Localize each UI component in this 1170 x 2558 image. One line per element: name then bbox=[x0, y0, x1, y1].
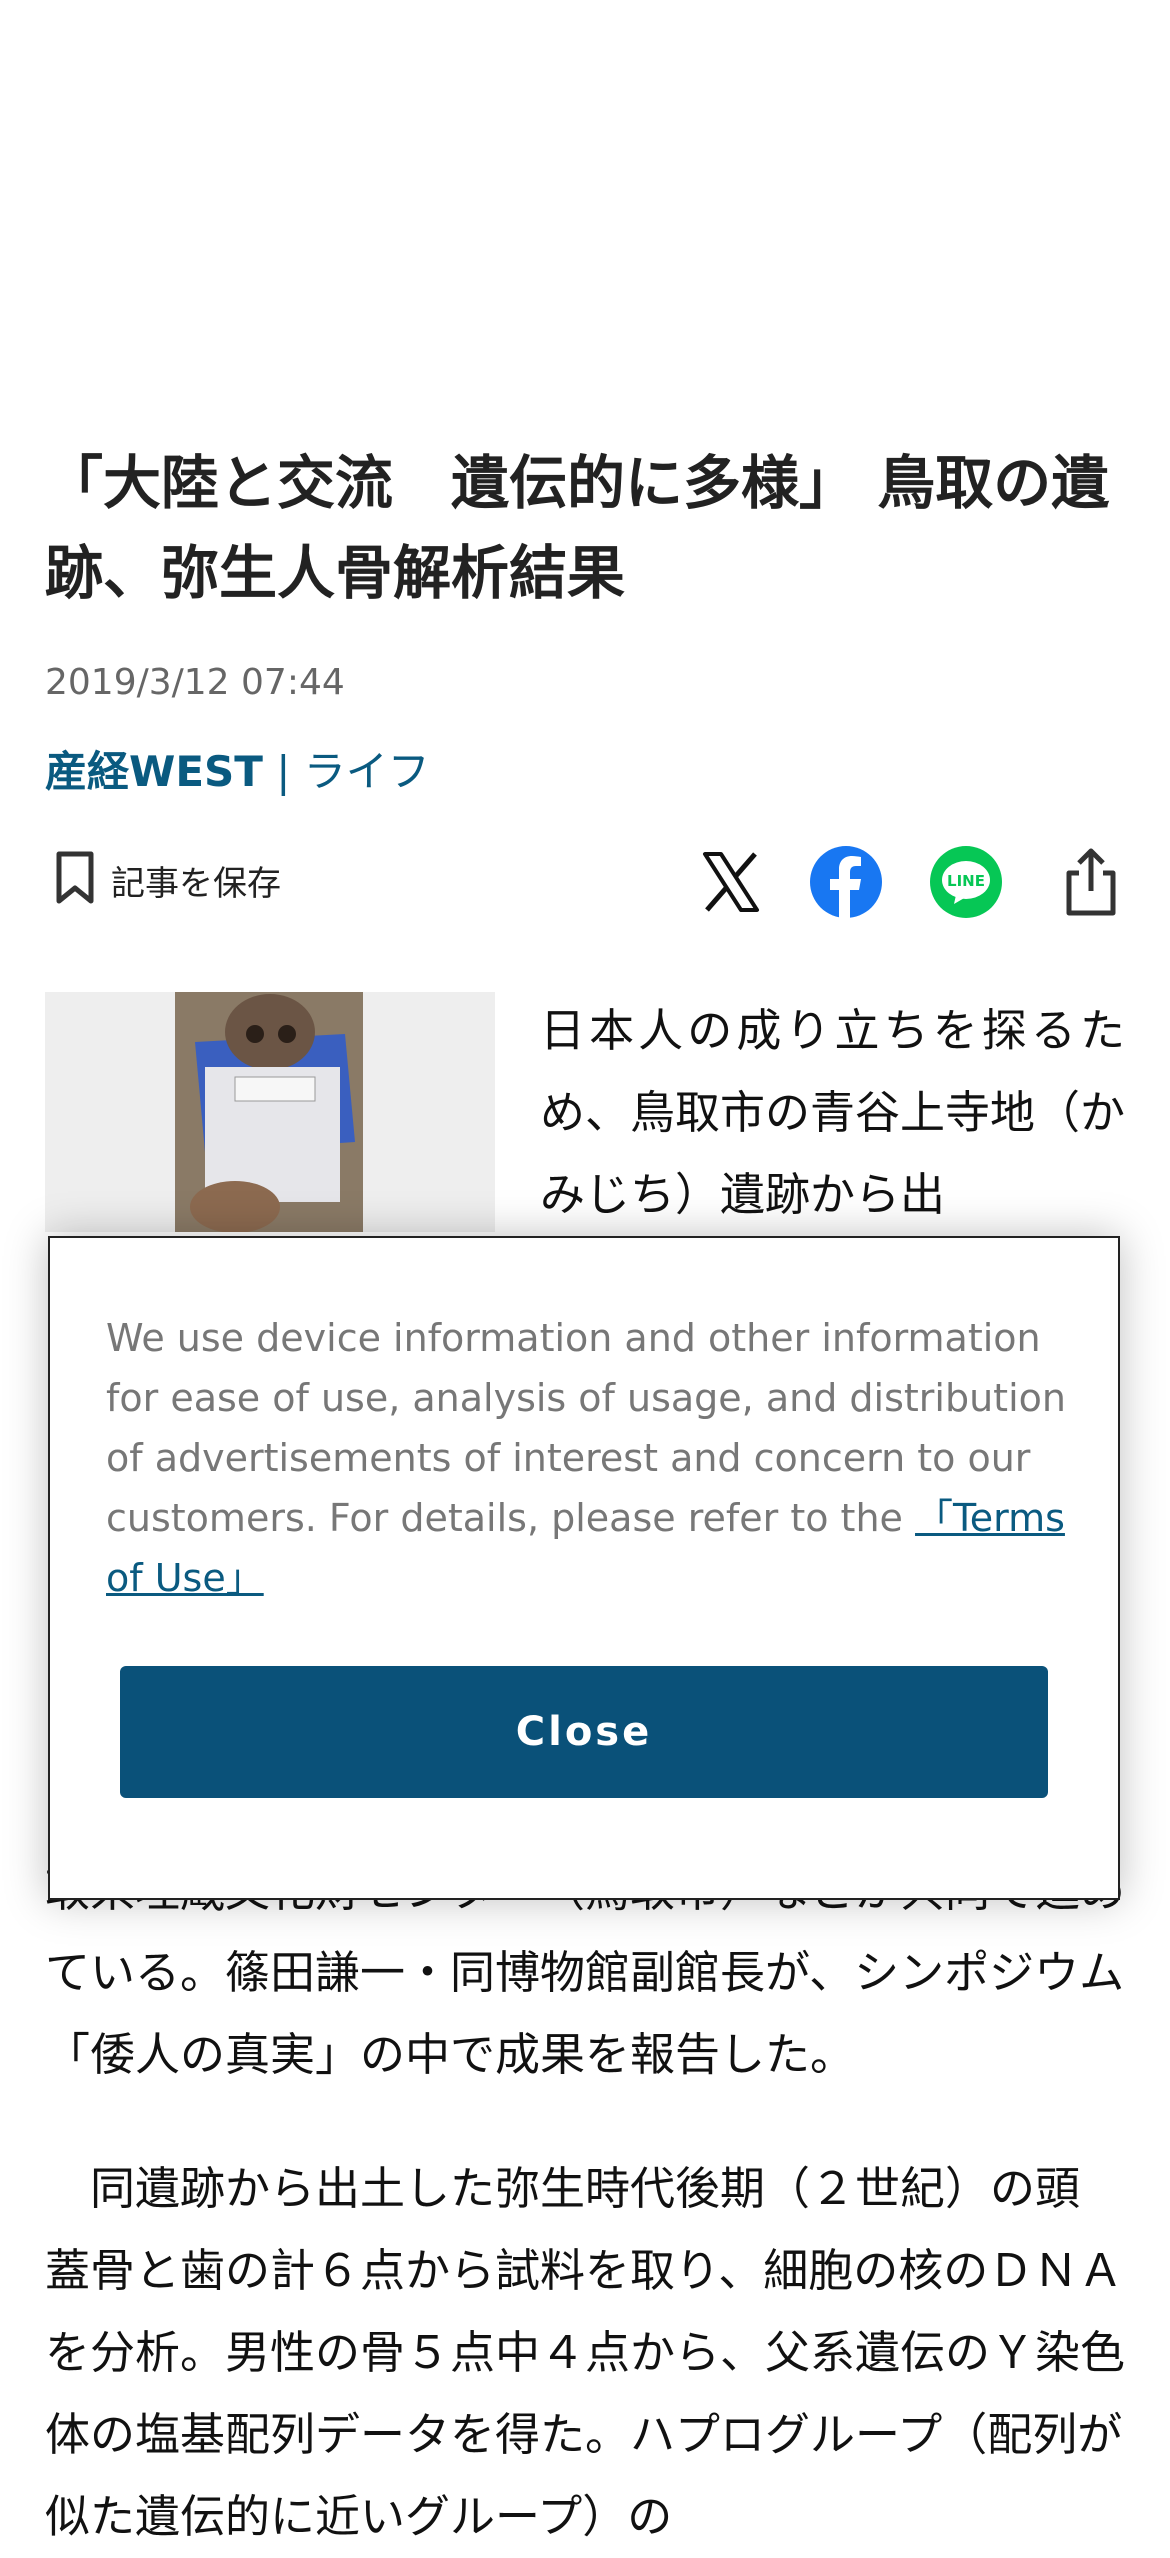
paragraph-indent bbox=[45, 2162, 90, 2215]
save-article-label: 記事を保存 bbox=[111, 863, 281, 904]
category-link[interactable]: ライフ bbox=[304, 747, 430, 796]
article-paragraph-2: 同遺跡から出土した弥生時代後期（２世紀）の頭蓋骨と歯の計６点から試料を取り、細胞… bbox=[45, 2148, 1125, 2558]
bookmark-icon bbox=[55, 851, 95, 909]
line-icon-text: LINE bbox=[947, 872, 985, 890]
article-paragraph-2-text: 同遺跡から出土した弥生時代後期（２世紀）の頭蓋骨と歯の計６点から試料を取り、細胞… bbox=[45, 2162, 1126, 2543]
photo-skull-image bbox=[175, 992, 363, 1232]
x-icon[interactable] bbox=[695, 846, 767, 918]
line-icon[interactable]: LINE bbox=[930, 846, 1002, 918]
facebook-icon[interactable] bbox=[810, 846, 882, 918]
share-icon[interactable] bbox=[1055, 846, 1127, 918]
article-intro-text: 日本人の成り立ちを探るため、鳥取市の青谷上寺地（かみじち）遺跡から出 bbox=[540, 1004, 1126, 1221]
save-article-button[interactable]: 記事を保存 bbox=[55, 850, 281, 910]
article-headline: 「大陸と交流 遺伝的に多様」 鳥取の遺跡、弥生人骨解析結果 bbox=[45, 449, 1110, 607]
close-button[interactable]: Close bbox=[120, 1666, 1048, 1798]
article-date: 2019/3/12 07:44 bbox=[45, 662, 345, 703]
source-line: 産経WEST | ライフ bbox=[45, 738, 430, 799]
consent-dialog: We use device information and other info… bbox=[48, 1236, 1120, 1900]
source-separator: | bbox=[276, 747, 291, 796]
ad-space bbox=[0, 0, 1170, 400]
consent-message-block: We use device information and other info… bbox=[106, 1308, 1066, 1608]
article-photo[interactable] bbox=[45, 992, 495, 1232]
brand-link[interactable]: 産経WEST bbox=[45, 747, 263, 796]
